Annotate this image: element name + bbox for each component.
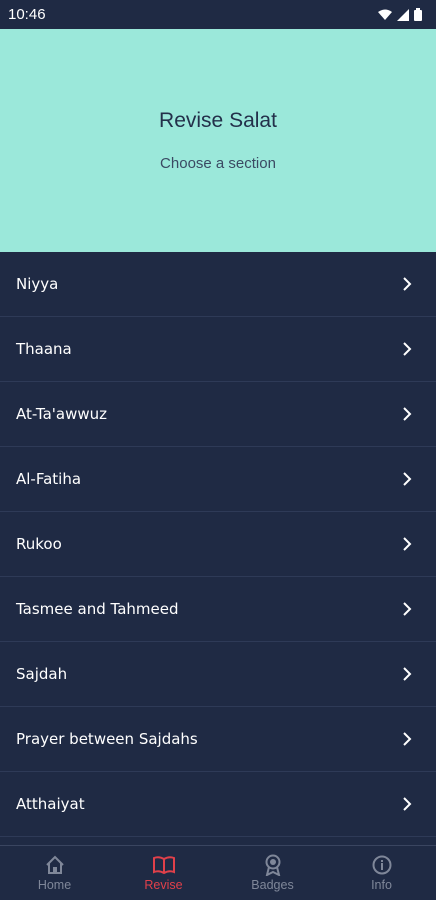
- list-item-sajdah[interactable]: Sajdah: [0, 642, 436, 707]
- list-item-rukoo[interactable]: Rukoo: [0, 512, 436, 577]
- battery-icon: [414, 8, 422, 21]
- nav-badges[interactable]: Badges: [218, 846, 327, 900]
- badge-icon: [262, 854, 284, 876]
- status-bar: 10:46: [0, 0, 436, 29]
- list-item-label: At-Ta'awwuz: [16, 405, 108, 423]
- chevron-right-icon: [400, 732, 414, 746]
- nav-home[interactable]: Home: [0, 846, 109, 900]
- nav-label: Badges: [251, 878, 294, 892]
- list-item-label: Al-Fatiha: [16, 470, 82, 488]
- list-item-atthaiyat[interactable]: Atthaiyat: [0, 772, 436, 837]
- status-icons: [378, 8, 422, 21]
- chevron-right-icon: [400, 277, 414, 291]
- list-item-label: Rukoo: [16, 535, 62, 553]
- list-item-label: Sajdah: [16, 665, 68, 683]
- list-item-label: Tasmee and Tahmeed: [16, 600, 179, 618]
- section-list: Niyya Thaana At-Ta'awwuz Al-Fatiha Rukoo…: [0, 252, 436, 845]
- page-title: Revise Salat: [159, 109, 277, 132]
- list-item-label: Atthaiyat: [16, 795, 85, 813]
- page-subtitle: Choose a section: [160, 155, 276, 172]
- header-banner: Revise Salat Choose a section: [0, 29, 436, 252]
- list-item-prayer-between-sajdahs[interactable]: Prayer between Sajdahs: [0, 707, 436, 772]
- chevron-right-icon: [400, 342, 414, 356]
- list-item-thaana[interactable]: Thaana: [0, 317, 436, 382]
- chevron-right-icon: [400, 667, 414, 681]
- nav-revise[interactable]: Revise: [109, 846, 218, 900]
- chevron-right-icon: [400, 797, 414, 811]
- status-time: 10:46: [8, 6, 46, 23]
- list-item-label: Prayer between Sajdahs: [16, 730, 198, 748]
- book-icon: [152, 854, 175, 876]
- wifi-icon: [378, 9, 392, 20]
- nav-label: Revise: [144, 878, 183, 892]
- signal-icon: [397, 8, 409, 21]
- list-item-label: Thaana: [16, 340, 72, 358]
- list-item-niyya[interactable]: Niyya: [0, 252, 436, 317]
- chevron-right-icon: [400, 602, 414, 616]
- list-item-label: Niyya: [16, 275, 59, 293]
- chevron-right-icon: [400, 407, 414, 421]
- list-item-al-fatiha[interactable]: Al-Fatiha: [0, 447, 436, 512]
- nav-label: Info: [371, 878, 392, 892]
- list-item-at-taawwuz[interactable]: At-Ta'awwuz: [0, 382, 436, 447]
- nav-label: Home: [37, 878, 72, 892]
- bottom-nav: Home Revise Badges Info: [0, 845, 436, 900]
- home-icon: [44, 854, 66, 876]
- list-item-tasmee[interactable]: Tasmee and Tahmeed: [0, 577, 436, 642]
- info-icon: [371, 854, 393, 876]
- chevron-right-icon: [400, 472, 414, 486]
- chevron-right-icon: [400, 537, 414, 551]
- nav-info[interactable]: Info: [327, 846, 436, 900]
